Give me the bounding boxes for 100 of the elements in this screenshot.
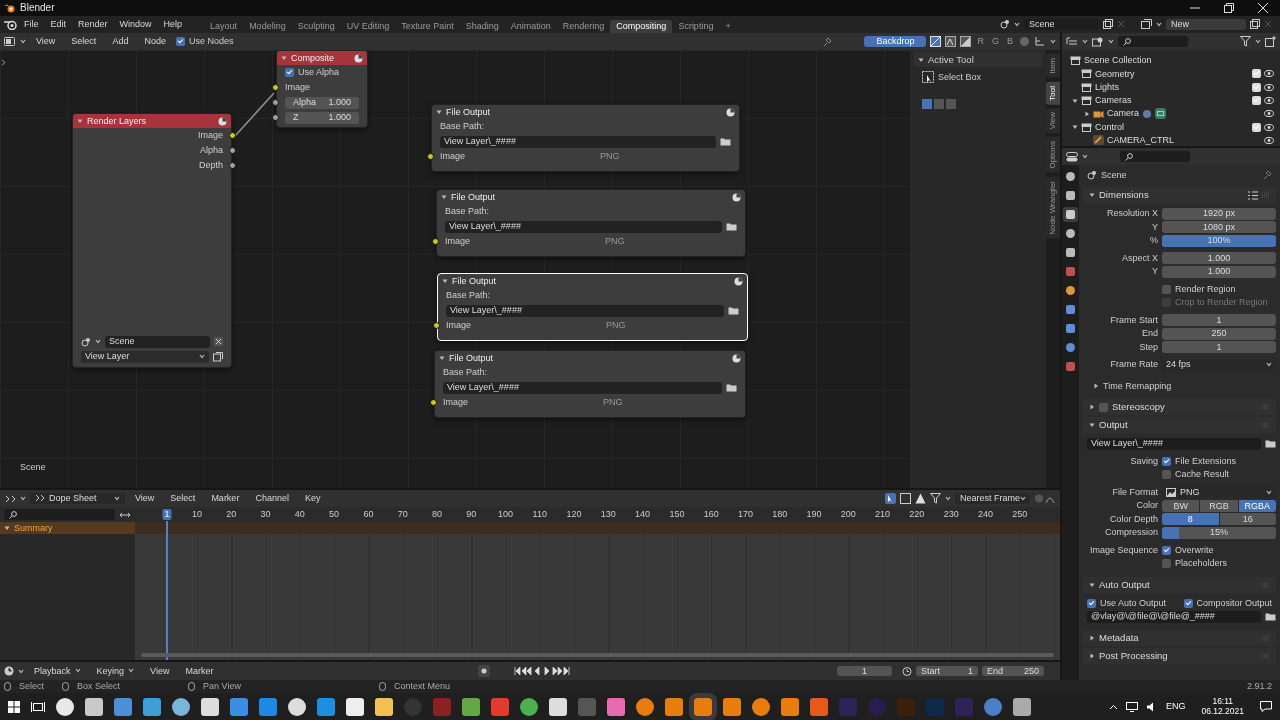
workspace-tab[interactable]: Sculpting	[291, 20, 341, 33]
clock-date[interactable]: 06.12.2021	[1201, 706, 1244, 717]
socket[interactable]	[272, 84, 279, 91]
tree-row[interactable]: Scene Collection	[1066, 54, 1276, 68]
app-icon[interactable]	[201, 697, 219, 716]
number-field[interactable]: 250	[1162, 327, 1276, 340]
network-icon[interactable]	[1125, 701, 1138, 712]
menu-item[interactable]: View	[30, 36, 62, 47]
folder-icon[interactable]	[726, 222, 737, 231]
scene-field[interactable]: Scene	[1024, 19, 1099, 30]
expand-arrow-icon[interactable]	[1072, 124, 1078, 131]
dropdown[interactable]: 24 fps	[1162, 358, 1276, 371]
socket[interactable]	[229, 162, 236, 169]
menu-item[interactable]: Channel	[249, 493, 295, 504]
socket[interactable]	[272, 114, 279, 121]
enum-button[interactable]: BW	[1162, 499, 1200, 512]
alpha-mode-icon[interactable]	[945, 36, 957, 47]
sidebar-tab[interactable]: Item	[1046, 54, 1060, 78]
properties-tab[interactable]	[1063, 283, 1078, 298]
channel-button[interactable]: R	[975, 36, 986, 47]
expand-arrow-icon[interactable]	[442, 278, 448, 284]
checkbox[interactable]	[1162, 545, 1171, 555]
number-field[interactable]: 1080 px	[1162, 221, 1276, 234]
pin-icon[interactable]	[822, 36, 833, 47]
scene-icon[interactable]	[81, 336, 91, 347]
socket[interactable]	[229, 147, 236, 154]
clock-time[interactable]: 16:11	[1212, 696, 1234, 707]
expand-arrow-icon[interactable]	[281, 55, 287, 61]
path-field[interactable]: View Layer\_####	[445, 220, 722, 233]
blender-logo-icon[interactable]	[4, 19, 18, 30]
expand-arrow-icon[interactable]	[439, 355, 445, 361]
app-icon[interactable]	[346, 697, 364, 716]
swap-icon[interactable]	[119, 510, 131, 519]
snap-dropdown[interactable]: Nearest Frame	[955, 493, 1030, 504]
properties-tab[interactable]	[1063, 169, 1078, 184]
render-icon[interactable]	[218, 116, 227, 126]
maximize-icon[interactable]	[1224, 3, 1234, 13]
menu-item[interactable]: Render	[72, 19, 114, 30]
enum-button[interactable]: RGB	[1200, 499, 1238, 512]
sidebar-tab[interactable]: View	[1046, 108, 1060, 134]
tree-row[interactable]: CAMERA_CTRL	[1066, 133, 1276, 148]
panel-header[interactable]: Dimensions	[1083, 187, 1276, 203]
subpanel-header[interactable]: Time Remapping	[1083, 379, 1172, 394]
warning-icon[interactable]	[915, 493, 926, 504]
socket[interactable]	[433, 322, 440, 329]
enum-button[interactable]: 16	[1219, 513, 1276, 526]
menu-item[interactable]: Edit	[44, 19, 73, 30]
socket[interactable]	[432, 238, 439, 245]
checkbox[interactable]	[1087, 598, 1096, 608]
frame-icon[interactable]	[900, 493, 911, 504]
menu-item[interactable]: Node	[138, 36, 172, 47]
view-layer-dropdown[interactable]: View Layer	[81, 350, 209, 363]
dope-sheet-icon[interactable]	[4, 493, 16, 504]
checkbox[interactable]	[1252, 69, 1261, 79]
properties-tab[interactable]	[1063, 302, 1078, 317]
workspace-tab[interactable]: Animation	[504, 20, 557, 33]
number-field[interactable]: 1.000	[1162, 252, 1276, 265]
socket[interactable]	[427, 153, 434, 160]
eye-icon[interactable]	[1264, 97, 1274, 105]
channel-button[interactable]: B	[1005, 36, 1015, 47]
expand-arrow-icon[interactable]	[4, 525, 10, 531]
path-field[interactable]: View Layer\_####	[446, 304, 724, 317]
app-icon[interactable]	[1013, 697, 1031, 716]
tree-row[interactable]: Camera	[1066, 107, 1276, 121]
menu-item[interactable]: File	[18, 19, 45, 30]
eye-icon[interactable]	[1264, 83, 1274, 91]
slider-field[interactable]: 100%	[1162, 234, 1276, 247]
search-field[interactable]	[4, 509, 115, 520]
workspace-tab[interactable]: UV Editing	[340, 20, 396, 33]
clock-icon[interactable]	[4, 666, 14, 676]
expand-arrow-icon[interactable]	[1089, 422, 1095, 428]
enum-button[interactable]: RGBA	[1238, 499, 1276, 512]
eye-icon[interactable]	[1264, 110, 1274, 118]
expand-arrow-icon[interactable]	[1072, 97, 1078, 104]
collapse-arrow-icon[interactable]	[1084, 110, 1090, 117]
search-field[interactable]	[1118, 36, 1188, 47]
copy-icon[interactable]	[1103, 19, 1113, 30]
app-icon[interactable]	[375, 697, 393, 716]
expand-arrow-icon[interactable]	[77, 118, 83, 124]
checkbox[interactable]	[1162, 559, 1171, 569]
camera-data-icon[interactable]	[1155, 108, 1166, 120]
checkbox[interactable]	[285, 68, 294, 77]
menu-item[interactable]: Window	[113, 19, 158, 30]
workspace-tab[interactable]: Layout	[204, 20, 244, 33]
menu-item[interactable]: Help	[157, 19, 189, 30]
constraint-icon[interactable]	[1142, 108, 1152, 119]
menu-item[interactable]: Marker	[179, 665, 220, 677]
mode-dropdown[interactable]: Dope Sheet	[30, 493, 125, 504]
filter-icon[interactable]	[930, 493, 941, 504]
image-stack-icon[interactable]	[1141, 19, 1152, 30]
number-field[interactable]: Alpha 1.000	[285, 96, 359, 109]
folder-icon[interactable]	[720, 137, 731, 146]
properties-tab[interactable]	[1063, 321, 1078, 336]
menu-item[interactable]: Marker	[205, 493, 246, 504]
workspace-tab[interactable]: Modeling	[243, 20, 292, 33]
color-mode-icon[interactable]	[930, 36, 942, 47]
display-mode-icon[interactable]	[1092, 36, 1104, 47]
app-icon[interactable]	[56, 697, 74, 716]
app-icon[interactable]	[723, 697, 741, 716]
panel-header[interactable]: Output	[1083, 417, 1276, 433]
